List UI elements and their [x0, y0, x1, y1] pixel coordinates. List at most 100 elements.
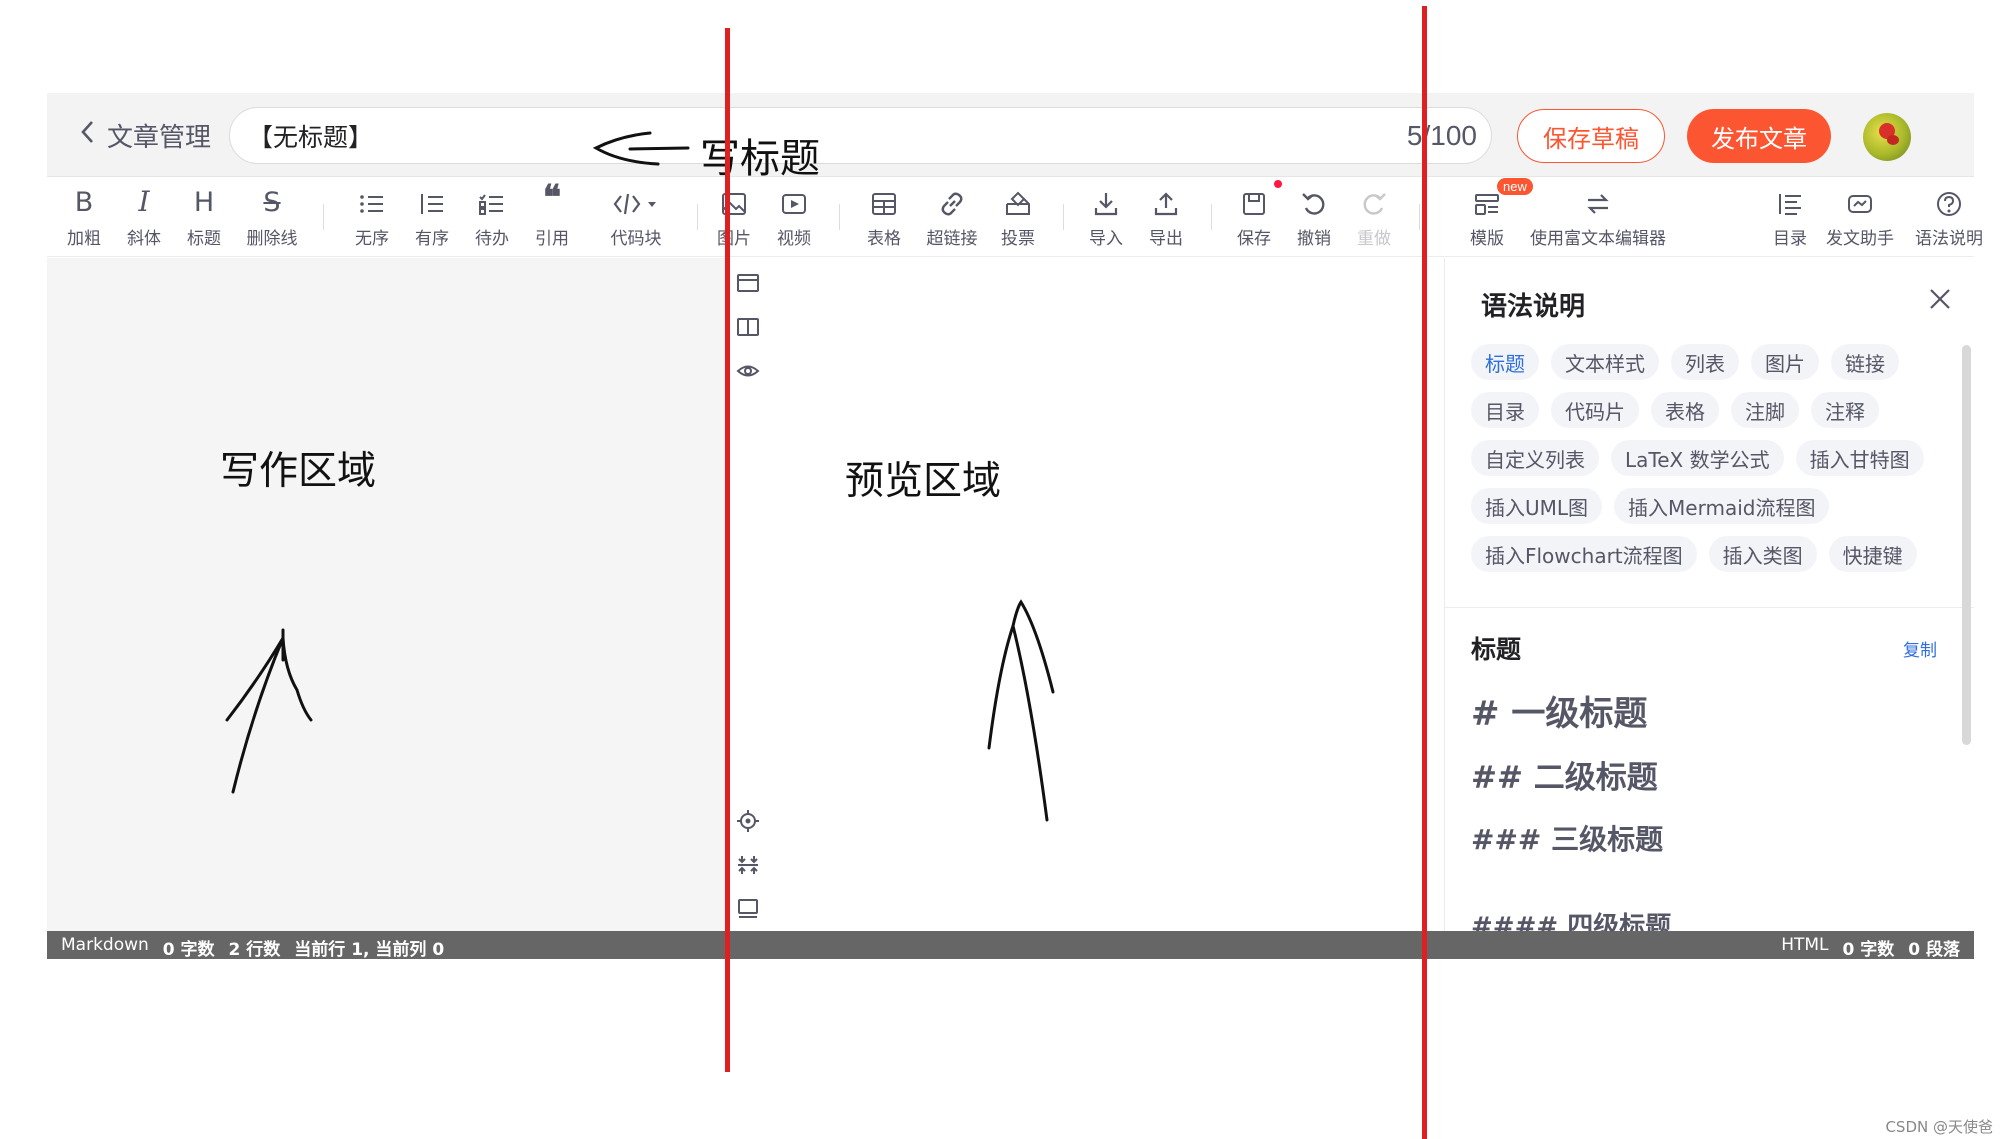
help-topic-tag[interactable]: 快捷键	[1828, 536, 1917, 572]
help-topic-tag[interactable]: 自定义列表	[1471, 440, 1599, 476]
code-block-button[interactable]: 代码块	[591, 182, 681, 252]
quote-button[interactable]: ❝ 引用	[527, 178, 577, 252]
table-icon	[870, 182, 898, 218]
sync-scroll-button[interactable]	[734, 851, 762, 879]
undo-label: 撤销	[1297, 229, 1331, 249]
rich-text-editor-label: 使用富文本编辑器	[1530, 229, 1666, 249]
bold-button[interactable]: B 加粗	[59, 182, 109, 252]
import-button[interactable]: 导入	[1081, 182, 1131, 252]
save-draft-button[interactable]: 保存草稿	[1517, 109, 1665, 163]
assistant-icon	[1846, 182, 1874, 218]
split-view-button[interactable]	[734, 313, 762, 341]
close-icon[interactable]	[1927, 286, 1953, 312]
locate-cursor-button[interactable]	[734, 807, 762, 835]
help-topic-tag[interactable]: 文本样式	[1551, 344, 1659, 380]
syntax-help-panel: 语法说明 标题 文本样式 列表 图片 链接 目录 代码片 表格 注脚 注释 自定义列表 LaTeX 数…	[1444, 258, 1974, 931]
italic-button[interactable]: I 斜体	[119, 182, 169, 252]
ordered-list-button[interactable]: 有序	[407, 182, 457, 252]
redo-label: 重做	[1357, 229, 1391, 249]
code-icon	[612, 182, 660, 218]
write-only-view-button[interactable]	[734, 269, 762, 297]
ballot-box-icon	[1004, 182, 1032, 218]
unordered-list-button[interactable]: 无序	[347, 182, 397, 252]
annotation-arrow-left-icon	[592, 131, 690, 166]
export-label: 导出	[1149, 229, 1183, 249]
markdown-write-area[interactable]: 写作区域	[47, 258, 725, 931]
ordered-list-icon	[418, 182, 446, 218]
publish-assistant-button[interactable]: 发文助手	[1819, 182, 1901, 252]
annotation-write-title: 写标题	[700, 136, 820, 182]
help-divider	[1445, 607, 1974, 608]
help-topic-tag[interactable]: 表格	[1651, 392, 1719, 428]
fullscreen-button[interactable]	[734, 895, 762, 923]
video-label: 视频	[777, 229, 811, 249]
help-topic-tag[interactable]: 插入UML图	[1471, 488, 1603, 524]
publish-article-button[interactable]: 发布文章	[1687, 109, 1831, 163]
table-button[interactable]: 表格	[859, 182, 909, 252]
help-topic-tag[interactable]: 注脚	[1731, 392, 1799, 428]
syntax-help-button[interactable]: 语法说明	[1911, 182, 1987, 252]
scroll-tools	[733, 807, 763, 939]
floppy-disk-icon	[1240, 180, 1282, 218]
publish-assistant-label: 发文助手	[1826, 229, 1894, 249]
toc-label: 目录	[1773, 229, 1807, 249]
help-topic-tag[interactable]: 链接	[1831, 344, 1899, 380]
help-topic-tag[interactable]: 目录	[1471, 392, 1539, 428]
help-topic-tag[interactable]: 插入Flowchart流程图	[1471, 536, 1697, 572]
help-topic-tag[interactable]: 图片	[1751, 344, 1819, 380]
strikethrough-icon: S	[263, 187, 281, 218]
toolbar-divider	[839, 204, 840, 230]
help-topic-tag[interactable]: LaTeX 数学公式	[1611, 440, 1784, 476]
status-bar: Markdown 0 字数 2 行数 当前行 1, 当前列 0 HTML 0 字…	[47, 931, 1974, 960]
markdown-editor: 文章管理 写标题 5/100 保存草稿 发布文章 B 加粗 I 斜体 H 标	[47, 93, 1983, 960]
hyperlink-button[interactable]: 超链接	[919, 182, 985, 252]
download-icon	[1092, 182, 1120, 218]
eye-icon	[736, 365, 760, 377]
todo-list-button[interactable]: 待办	[467, 182, 517, 252]
title-input[interactable]	[248, 116, 408, 156]
import-label: 导入	[1089, 229, 1123, 249]
redo-button[interactable]: 重做	[1349, 182, 1399, 252]
title-field[interactable]: 写标题 5/100	[229, 107, 1492, 182]
image-button[interactable]: 图片	[709, 182, 759, 252]
help-topic-tag[interactable]: 插入Mermaid流程图	[1614, 488, 1830, 524]
undo-icon	[1300, 182, 1328, 218]
quote-label: 引用	[535, 229, 569, 249]
swap-arrows-icon	[1584, 182, 1612, 218]
watermark: CSDN @天使爸	[1885, 1118, 1993, 1136]
vote-button[interactable]: 投票	[993, 182, 1043, 252]
toc-button[interactable]: 目录	[1765, 182, 1815, 252]
help-topic-tag[interactable]: 列表	[1671, 344, 1739, 380]
help-topic-tag[interactable]: 标题	[1471, 344, 1539, 380]
template-label: 模版	[1470, 229, 1504, 249]
undo-button[interactable]: 撤销	[1289, 182, 1339, 252]
annotation-arrow-up-icon	[987, 599, 1055, 822]
toolbar-divider	[697, 204, 698, 230]
unordered-list-icon	[358, 182, 386, 218]
heading-label: 标题	[187, 229, 221, 249]
export-button[interactable]: 导出	[1141, 182, 1191, 252]
save-button[interactable]: 保存	[1229, 180, 1282, 252]
help-h1-example: # 一级标题	[1471, 694, 1648, 734]
help-topic-tag[interactable]: 代码片	[1551, 392, 1639, 428]
rich-text-editor-button[interactable]: 使用富文本编辑器	[1523, 182, 1673, 252]
strikethrough-button[interactable]: S 删除线	[237, 182, 307, 252]
status-line-count: 2 行数	[228, 940, 281, 960]
template-button[interactable]: new 模版	[1457, 178, 1533, 252]
preview-only-view-button[interactable]	[734, 357, 762, 385]
help-topic-tag[interactable]: 插入类图	[1708, 536, 1817, 572]
help-topic-tag[interactable]: 插入甘特图	[1795, 440, 1924, 476]
copy-button[interactable]: 复制	[1903, 636, 1937, 661]
syntax-help-label: 语法说明	[1915, 229, 1983, 249]
back-to-articles-link[interactable]: 文章管理	[79, 117, 211, 153]
video-button[interactable]: 视频	[769, 182, 819, 252]
heading-button[interactable]: H 标题	[179, 182, 229, 252]
annotation-divider-line	[1422, 6, 1427, 1139]
redo-icon	[1360, 182, 1388, 218]
avatar[interactable]	[1863, 113, 1911, 161]
help-topic-tag[interactable]: 注释	[1811, 392, 1879, 428]
status-word-count: 0 字数	[162, 940, 215, 960]
monitor-icon	[738, 899, 758, 918]
help-panel-scrollbar[interactable]	[1962, 345, 1971, 745]
ordered-list-label: 有序	[415, 229, 449, 249]
